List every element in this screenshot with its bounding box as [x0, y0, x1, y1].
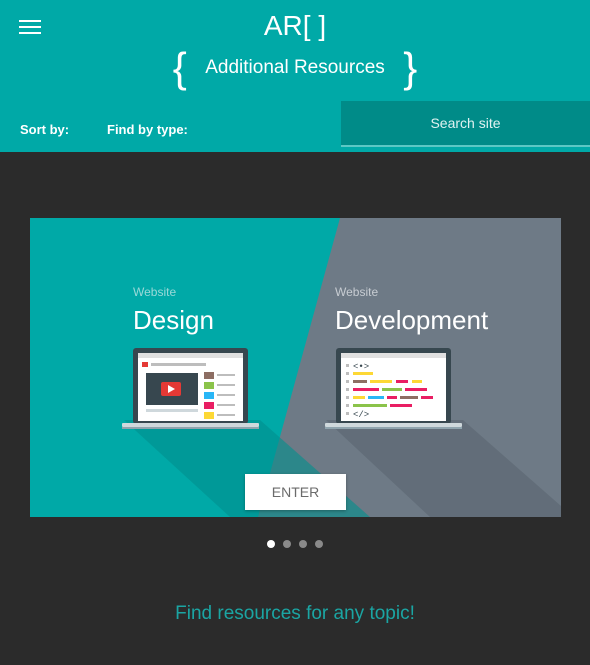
search-input[interactable] [341, 101, 590, 145]
design-small-label: Website [133, 285, 176, 299]
app-header: AR[ ] { Additional Resources } Sort by: … [0, 0, 590, 152]
carousel-dot[interactable] [283, 540, 291, 548]
open-brace: { [172, 44, 187, 91]
close-brace: } [403, 44, 418, 91]
site-subtitle: { Additional Resources } [0, 44, 590, 92]
carousel-dot[interactable] [267, 540, 275, 548]
code-open-glyph: <•> [353, 362, 369, 372]
find-by-type-menu[interactable]: Find by type: [107, 122, 188, 137]
site-logo[interactable]: AR[ ] [0, 10, 590, 42]
subtitle-text: Additional Resources [205, 57, 385, 78]
enter-button[interactable]: ENTER [245, 474, 346, 510]
development-small-label: Website [335, 285, 378, 299]
hero-illustration: Website Design Website Development <•> <… [30, 218, 561, 517]
tagline: Find resources for any topic! [175, 603, 415, 624]
sort-by-menu[interactable]: Sort by: [20, 122, 69, 137]
carousel-dot[interactable] [315, 540, 323, 548]
design-laptop-icon [122, 348, 259, 429]
design-title: Design [133, 305, 214, 335]
carousel-dot[interactable] [299, 540, 307, 548]
development-laptop-icon: <•> </> [325, 348, 462, 429]
code-close-glyph: </> [353, 410, 369, 420]
development-title: Development [335, 305, 489, 335]
hero-slide[interactable]: Website Design Website Development <•> <… [30, 218, 561, 517]
search-underline [341, 145, 590, 147]
